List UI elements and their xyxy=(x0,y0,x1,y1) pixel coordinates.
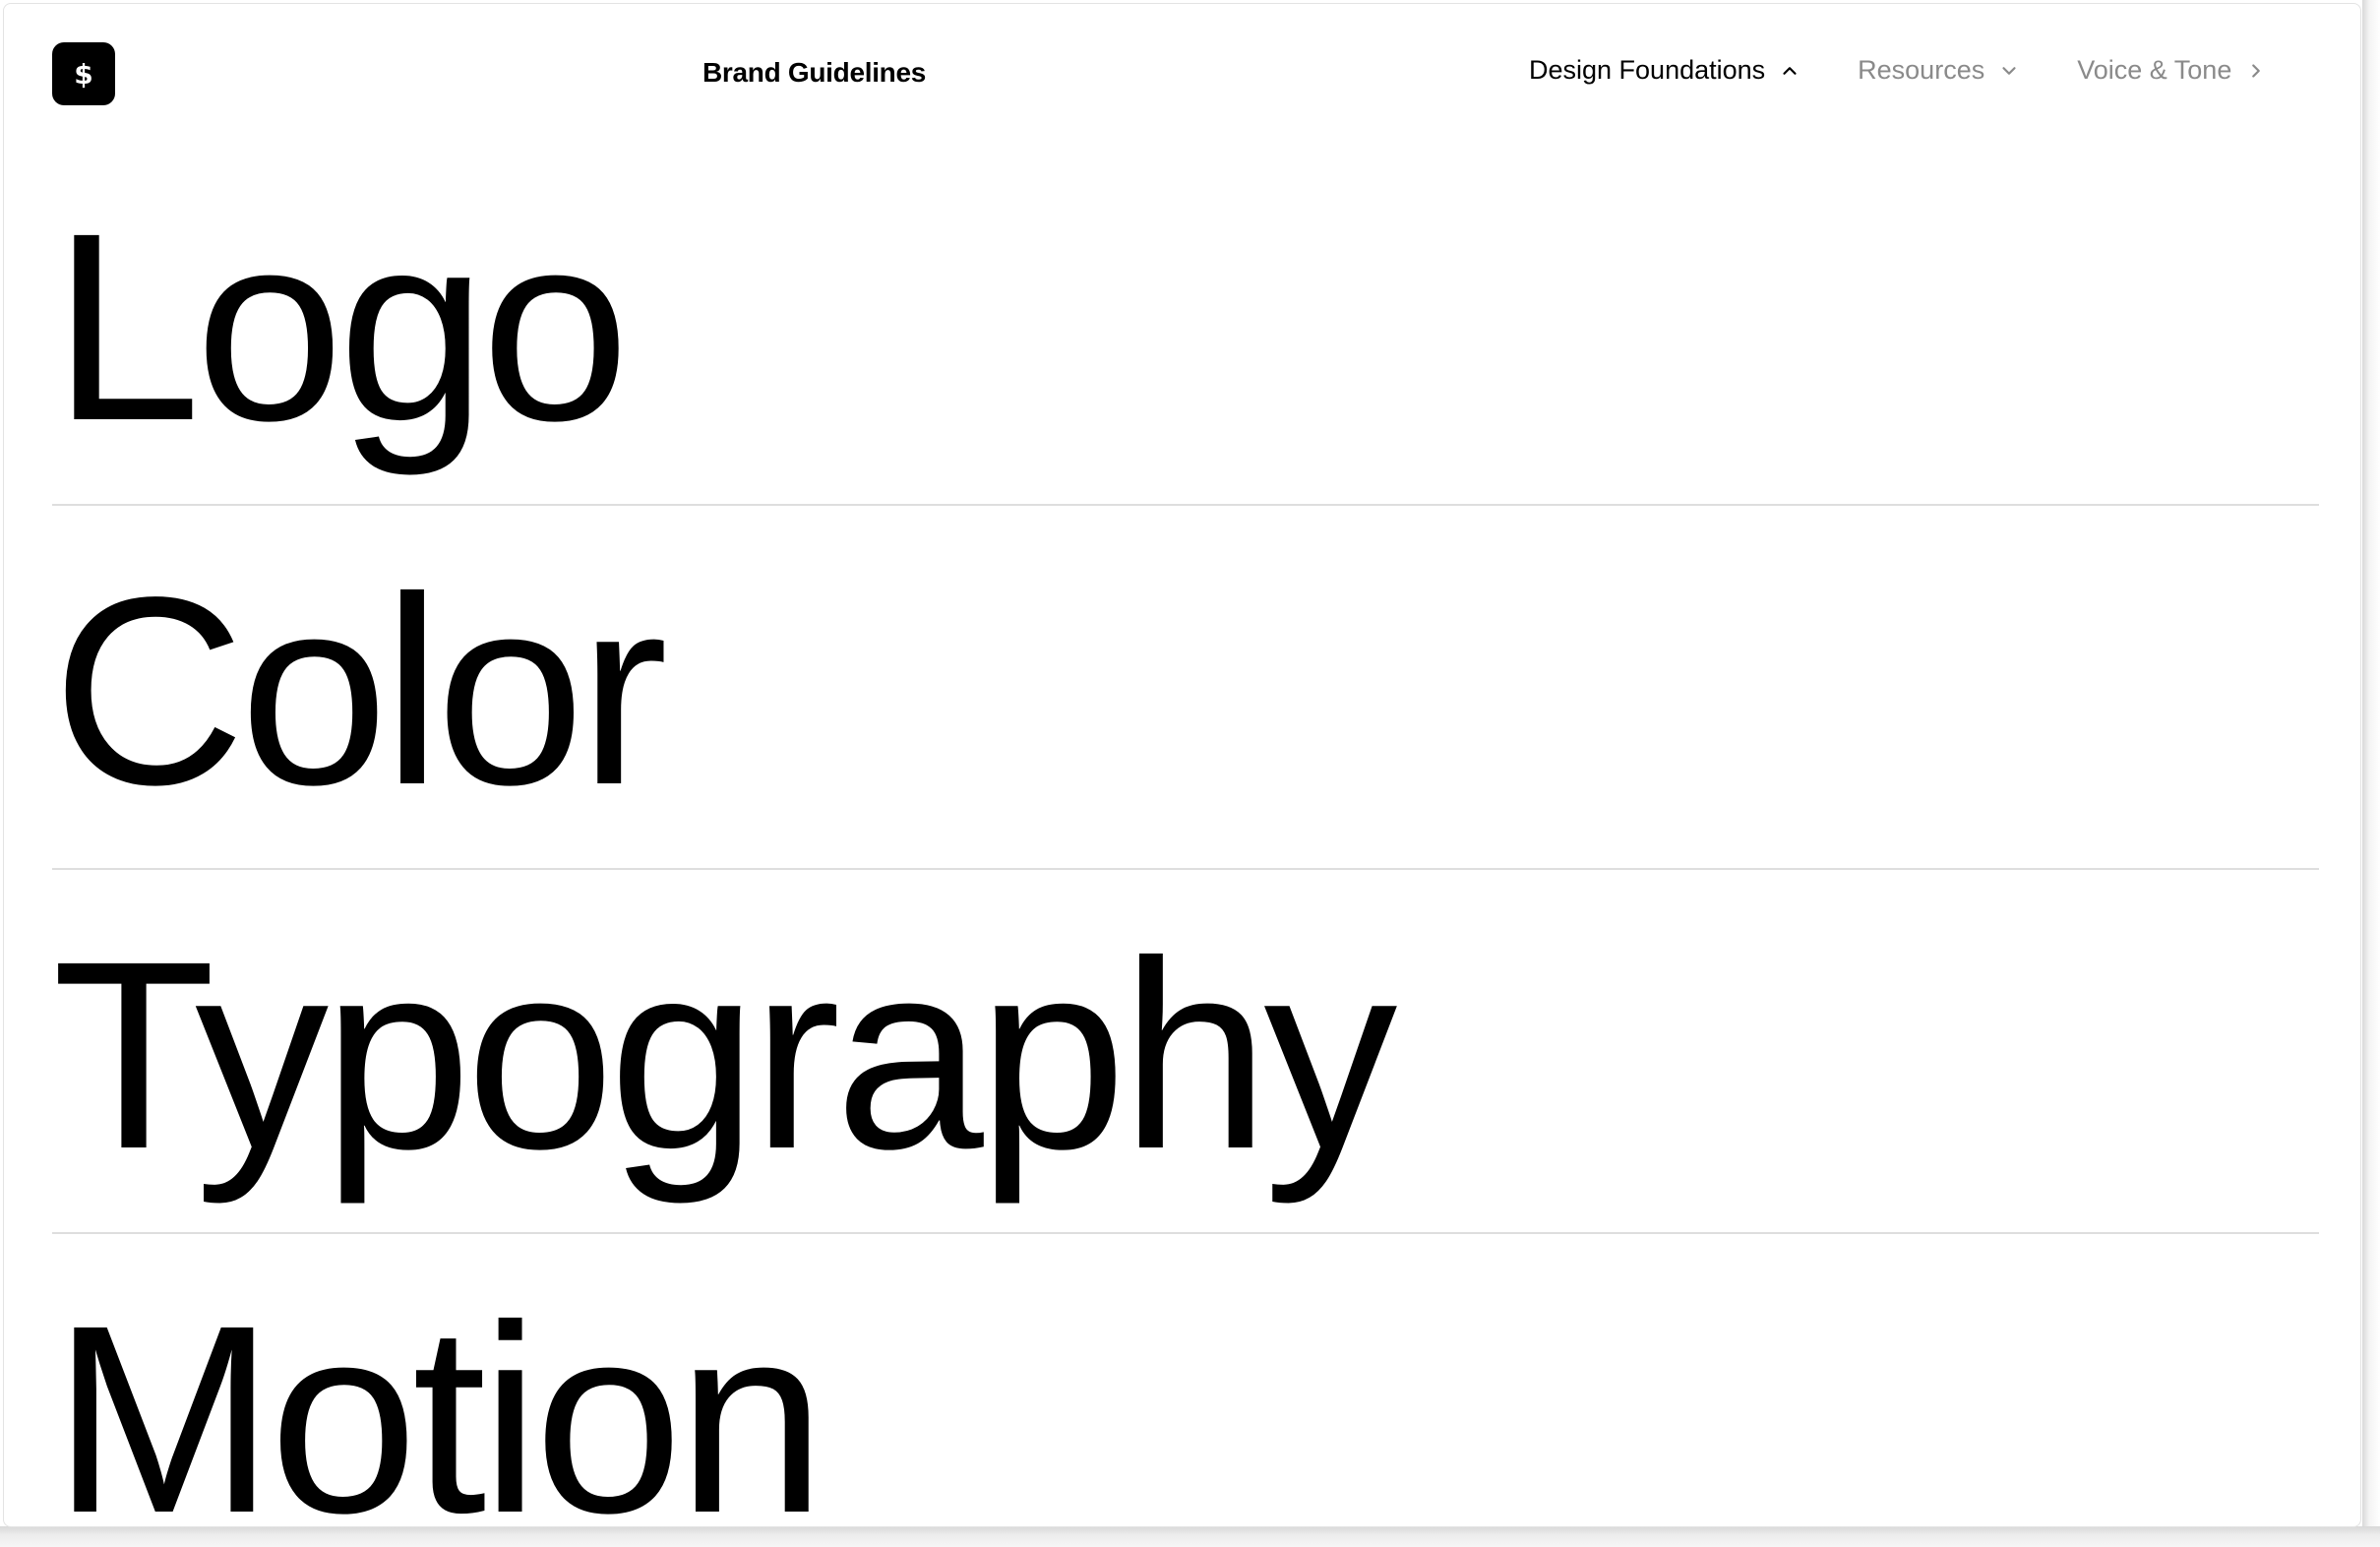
chevron-down-icon xyxy=(2002,66,2016,75)
nav-design-foundations-label: Design Foundations xyxy=(1529,55,1766,85)
nav-voice-and-tone-label: Voice & Tone xyxy=(2077,55,2232,85)
section-title: Motion xyxy=(52,1269,825,1527)
section-title: Logo xyxy=(52,177,630,476)
nav-resources-label: Resources xyxy=(1858,55,1985,85)
section-title: Color xyxy=(52,541,668,840)
brand-logo-button[interactable]: $ xyxy=(52,42,115,105)
site-title[interactable]: Brand Guidelines xyxy=(702,57,926,89)
section-link-color[interactable]: Color xyxy=(52,506,2319,870)
window-edge-bottom xyxy=(0,1526,2380,1547)
foundations-section-list: Logo Color Typography Motion xyxy=(52,142,2319,1527)
section-link-typography[interactable]: Typography xyxy=(52,870,2319,1234)
nav-resources[interactable]: Resources xyxy=(1858,55,2020,86)
section-link-logo[interactable]: Logo xyxy=(52,142,2319,506)
nav-voice-and-tone[interactable]: Voice & Tone xyxy=(2077,55,2267,86)
section-title: Typography xyxy=(52,905,1397,1205)
chevron-right-icon xyxy=(2252,63,2261,78)
dollar-logo-icon: $ xyxy=(74,57,93,91)
window-edge-right xyxy=(2362,0,2380,1547)
section-link-motion[interactable]: Motion xyxy=(52,1234,2319,1527)
site-header: $ Brand Guidelines Design Foundations Re… xyxy=(4,4,2360,142)
chevron-up-icon xyxy=(1783,66,1797,75)
nav-design-foundations[interactable]: Design Foundations xyxy=(1529,55,1800,86)
top-navigation: Design Foundations Resources Voice & Ton… xyxy=(1529,55,2267,86)
browser-page: $ Brand Guidelines Design Foundations Re… xyxy=(3,3,2361,1527)
